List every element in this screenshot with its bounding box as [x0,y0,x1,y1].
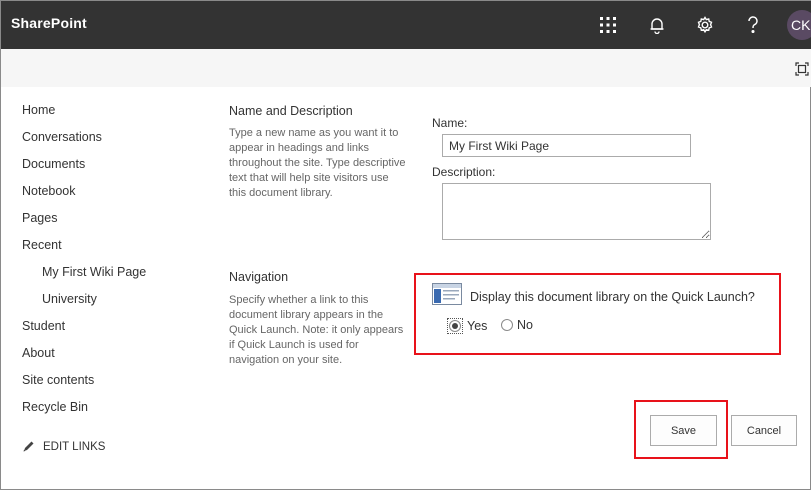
edit-links-button[interactable]: EDIT LINKS [22,440,105,453]
navigation-section-title: Navigation [229,270,289,284]
name-section-description: Type a new name as you want it to appear… [229,127,406,199]
radio-no-label: No [517,318,533,332]
edit-links-label: EDIT LINKS [43,440,106,453]
suite-bar: SharePoint CK [1,1,811,49]
nav-item-recycle-bin[interactable]: Recycle Bin [22,400,88,414]
radio-yes-label: Yes [467,319,488,333]
radio-no[interactable]: No [500,318,533,332]
description-label: Description: [432,165,496,179]
name-section-title: Name and Description [229,104,353,118]
radio-yes[interactable]: Yes [447,318,487,334]
bell-icon[interactable] [645,13,669,37]
name-label: Name: [432,116,468,130]
quick-launch-question: Display this document library on the Qui… [470,290,755,304]
command-bar [1,49,811,87]
nav-item-recent[interactable]: Recent [22,238,62,252]
app-title[interactable]: SharePoint [11,15,87,31]
focus-mode-icon[interactable] [795,62,809,76]
cancel-button[interactable]: Cancel [731,415,797,446]
save-button[interactable]: Save [650,415,717,446]
quick-launch-icon [432,283,462,305]
description-textarea[interactable] [442,183,711,240]
nav-item-documents[interactable]: Documents [22,157,85,171]
nav-item-home[interactable]: Home [22,103,55,117]
nav-item-pages[interactable]: Pages [22,211,57,225]
nav-item-notebook[interactable]: Notebook [22,184,76,198]
nav-item-site-contents[interactable]: Site contents [22,373,94,387]
pencil-icon [23,441,34,452]
waffle-icon[interactable] [596,13,620,37]
user-avatar[interactable]: CK [787,10,811,40]
radio-no-indicator[interactable] [501,319,513,331]
gear-icon[interactable] [693,13,717,37]
radio-yes-indicator[interactable] [449,320,461,332]
nav-item-about[interactable]: About [22,346,55,360]
avatar-initials: CK [791,17,811,33]
help-icon[interactable] [741,13,765,37]
nav-item-my-first-wiki-page[interactable]: My First Wiki Page [42,265,146,279]
quick-launch-highlight [414,273,781,355]
navigation-section-description: Specify whether a link to this document … [229,294,404,366]
nav-item-university[interactable]: University [42,292,97,306]
nav-item-conversations[interactable]: Conversations [22,130,102,144]
nav-item-student[interactable]: Student [22,319,65,333]
name-input[interactable] [442,134,691,157]
